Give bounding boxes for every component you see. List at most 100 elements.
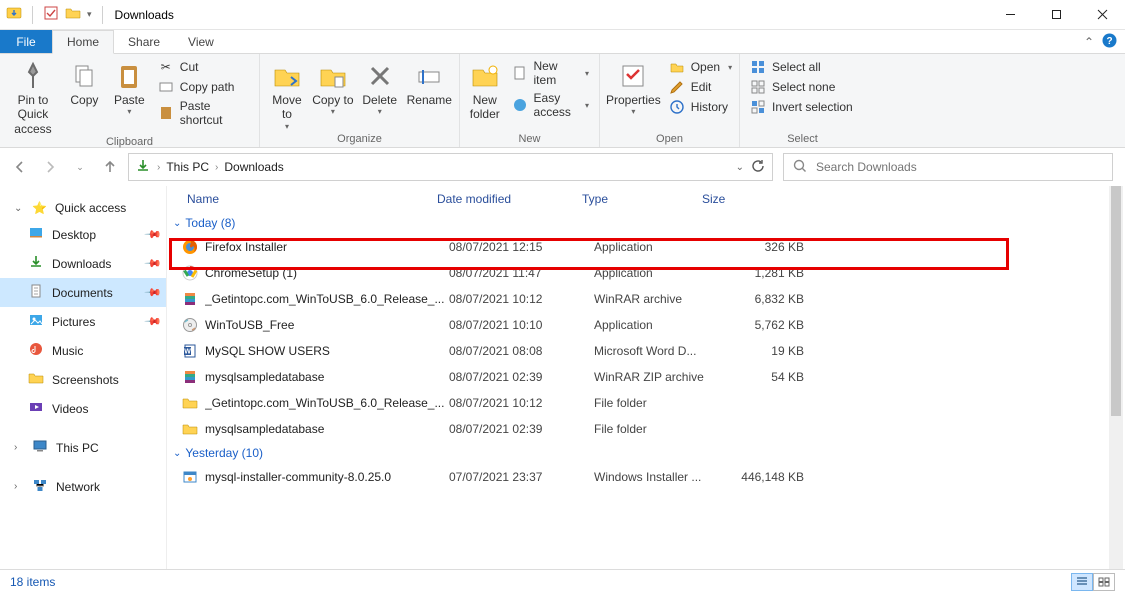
refresh-button[interactable] bbox=[750, 158, 766, 177]
file-row[interactable]: _Getintopc.com_WinToUSB_6.0_Release_...0… bbox=[167, 286, 1125, 312]
chevron-right-icon[interactable]: › bbox=[14, 442, 24, 453]
sidebar-quick-access[interactable]: ⌄⭐Quick access bbox=[0, 196, 166, 220]
file-icon bbox=[181, 368, 199, 386]
sidebar-item-music[interactable]: Music bbox=[0, 336, 166, 365]
close-button[interactable] bbox=[1079, 0, 1125, 30]
chevron-down-icon: ⌄ bbox=[173, 218, 181, 229]
file-row[interactable]: mysqlsampledatabase08/07/2021 02:39File … bbox=[167, 416, 1125, 442]
breadcrumb-current[interactable]: Downloads bbox=[224, 160, 283, 174]
paste-shortcut-button[interactable]: Paste shortcut bbox=[154, 98, 253, 128]
open-icon bbox=[669, 59, 685, 75]
file-type: File folder bbox=[594, 396, 714, 410]
qat-folder-icon[interactable] bbox=[65, 5, 81, 24]
tab-view[interactable]: View bbox=[174, 30, 228, 53]
chevron-right-icon[interactable]: › bbox=[14, 481, 24, 492]
sidebar-item-videos[interactable]: Videos bbox=[0, 394, 166, 423]
file-name: MySQL SHOW USERS bbox=[205, 344, 449, 358]
file-size: 54 KB bbox=[714, 370, 804, 384]
file-type: WinRAR archive bbox=[594, 292, 714, 306]
search-input[interactable] bbox=[816, 160, 1104, 174]
minimize-button[interactable] bbox=[987, 0, 1033, 30]
column-name[interactable]: Name bbox=[187, 192, 437, 206]
select-all-button[interactable]: Select all bbox=[746, 58, 857, 76]
copy-to-button[interactable]: Copy to▾ bbox=[312, 56, 354, 117]
rename-button[interactable]: Rename bbox=[406, 56, 453, 107]
column-date[interactable]: Date modified bbox=[437, 192, 582, 206]
sidebar-item-pictures[interactable]: Pictures📌 bbox=[0, 307, 166, 336]
details-view-button[interactable] bbox=[1071, 573, 1093, 591]
window-controls bbox=[987, 0, 1125, 30]
main-area: ⌄⭐Quick access Desktop📌 Downloads📌 Docum… bbox=[0, 186, 1125, 569]
copy-path-button[interactable]: Copy path bbox=[154, 78, 253, 96]
file-row[interactable]: WinToUSB_Free08/07/2021 10:10Application… bbox=[167, 312, 1125, 338]
file-icon bbox=[181, 420, 199, 438]
group-yesterday[interactable]: ⌄Yesterday (10) bbox=[167, 442, 1125, 464]
file-icon bbox=[181, 290, 199, 308]
sidebar-item-desktop[interactable]: Desktop📌 bbox=[0, 220, 166, 249]
chevron-right-icon: › bbox=[157, 162, 160, 173]
status-bar: 18 items bbox=[0, 569, 1125, 593]
pin-to-quick-access-button[interactable]: Pin to Quick access bbox=[6, 56, 60, 136]
collapse-ribbon-icon[interactable]: ⌃ bbox=[1084, 35, 1094, 49]
maximize-button[interactable] bbox=[1033, 0, 1079, 30]
tab-home[interactable]: Home bbox=[52, 30, 114, 54]
tab-file[interactable]: File bbox=[0, 30, 52, 53]
new-item-button[interactable]: New item▾ bbox=[508, 58, 593, 88]
new-folder-button[interactable]: New folder bbox=[466, 56, 504, 122]
column-type[interactable]: Type bbox=[582, 192, 702, 206]
annotation-highlight bbox=[169, 238, 1009, 270]
pictures-icon bbox=[28, 312, 44, 331]
pin-icon: 📌 bbox=[144, 312, 163, 331]
sidebar-item-screenshots[interactable]: Screenshots bbox=[0, 365, 166, 394]
help-icon[interactable]: ? bbox=[1102, 33, 1117, 51]
qat-dropdown-icon[interactable]: ▾ bbox=[87, 9, 92, 20]
file-row[interactable]: WMySQL SHOW USERS08/07/2021 08:08Microso… bbox=[167, 338, 1125, 364]
sidebar-item-downloads[interactable]: Downloads📌 bbox=[0, 249, 166, 278]
sidebar-network[interactable]: ›Network bbox=[0, 472, 166, 501]
move-to-button[interactable]: Move to▾ bbox=[266, 56, 308, 131]
address-bar[interactable]: › This PC › Downloads ⌄ bbox=[128, 153, 773, 181]
file-type: Application bbox=[594, 318, 714, 332]
copy-button[interactable]: Copy bbox=[64, 56, 105, 107]
forward-button[interactable] bbox=[42, 159, 58, 175]
chevron-down-icon[interactable]: ⌄ bbox=[14, 203, 24, 214]
select-none-button[interactable]: Select none bbox=[746, 78, 857, 96]
large-icons-view-button[interactable] bbox=[1093, 573, 1115, 591]
up-button[interactable] bbox=[102, 159, 118, 175]
history-icon bbox=[669, 99, 685, 115]
properties-button[interactable]: Properties▾ bbox=[606, 56, 661, 117]
sidebar-this-pc[interactable]: ›This PC bbox=[0, 433, 166, 462]
easy-access-button[interactable]: Easy access▾ bbox=[508, 90, 593, 120]
tab-share[interactable]: Share bbox=[114, 30, 174, 53]
recent-dropdown[interactable]: ⌄ bbox=[72, 159, 88, 175]
file-row[interactable]: mysql-installer-community-8.0.25.007/07/… bbox=[167, 464, 1125, 490]
history-button[interactable]: History bbox=[665, 98, 736, 116]
sidebar-item-documents[interactable]: Documents📌 bbox=[0, 278, 166, 307]
window-title: Downloads bbox=[115, 8, 174, 22]
address-dropdown-icon[interactable]: ⌄ bbox=[736, 162, 744, 173]
vertical-scrollbar[interactable] bbox=[1109, 186, 1123, 569]
breadcrumb-root[interactable]: This PC bbox=[166, 160, 209, 174]
cut-button[interactable]: ✂Cut bbox=[154, 58, 253, 76]
file-name: mysqlsampledatabase bbox=[205, 422, 449, 436]
file-name: WinToUSB_Free bbox=[205, 318, 449, 332]
download-location-icon bbox=[135, 158, 151, 177]
ribbon-tabs: File Home Share View ⌃ ? bbox=[0, 30, 1125, 54]
group-today[interactable]: ⌄Today (8) bbox=[167, 212, 1125, 234]
desktop-icon bbox=[28, 225, 44, 244]
invert-selection-button[interactable]: Invert selection bbox=[746, 98, 857, 116]
paste-button[interactable]: Paste▾ bbox=[109, 56, 150, 117]
edit-button[interactable]: Edit bbox=[665, 78, 736, 96]
search-box[interactable] bbox=[783, 153, 1113, 181]
scrollbar-thumb[interactable] bbox=[1111, 186, 1121, 416]
file-date: 07/07/2021 23:37 bbox=[449, 470, 594, 484]
file-size: 446,148 KB bbox=[714, 470, 804, 484]
network-icon bbox=[32, 477, 48, 496]
file-row[interactable]: mysqlsampledatabase08/07/2021 02:39WinRA… bbox=[167, 364, 1125, 390]
column-size[interactable]: Size bbox=[702, 192, 802, 206]
file-row[interactable]: _Getintopc.com_WinToUSB_6.0_Release_...0… bbox=[167, 390, 1125, 416]
back-button[interactable] bbox=[12, 159, 28, 175]
qat-checkbox-icon[interactable] bbox=[43, 5, 59, 24]
open-button[interactable]: Open▾ bbox=[665, 58, 736, 76]
delete-button[interactable]: Delete▾ bbox=[358, 56, 402, 117]
